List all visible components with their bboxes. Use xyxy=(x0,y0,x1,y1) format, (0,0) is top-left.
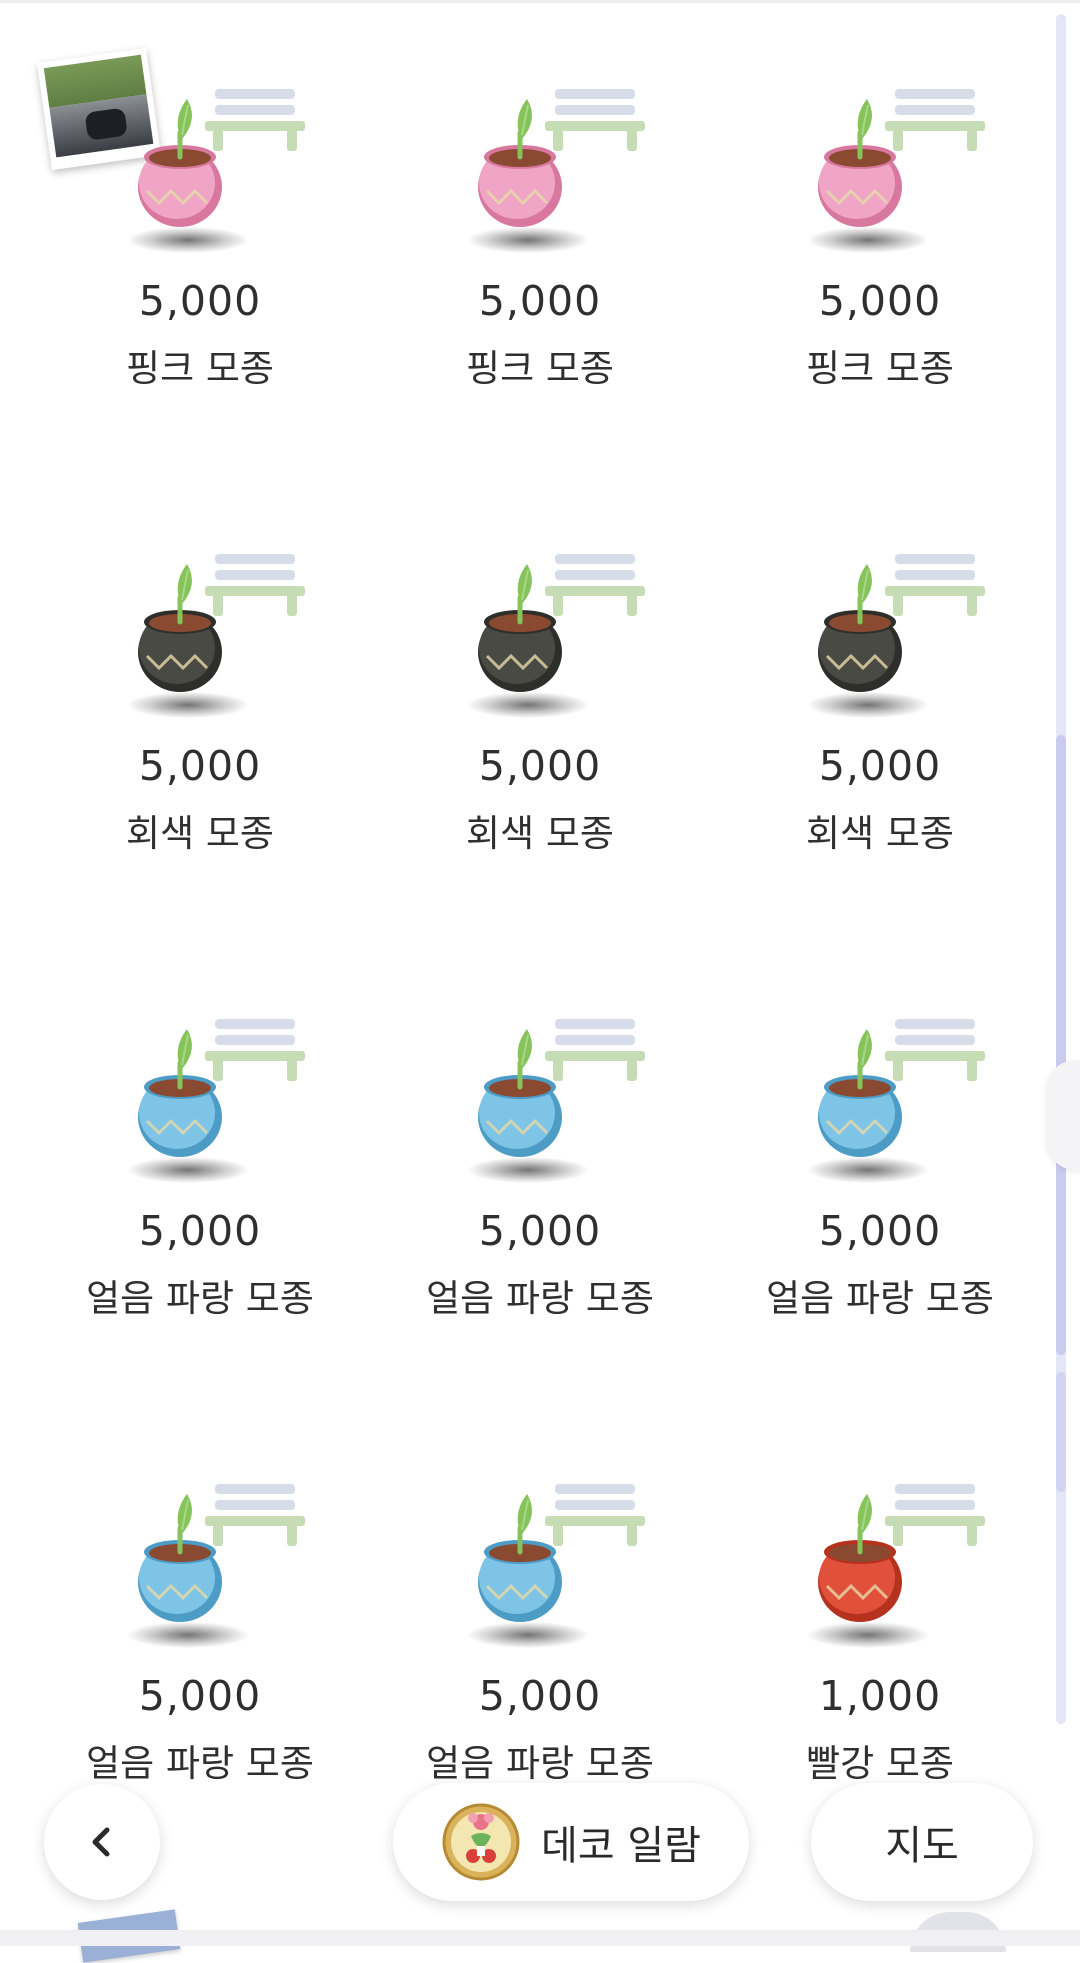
seedling-price: 5,000 xyxy=(138,277,262,325)
pot-shadow xyxy=(468,1622,588,1648)
pot-shadow xyxy=(128,1622,248,1648)
medal-icon xyxy=(442,1803,520,1881)
pot-shadow xyxy=(468,227,588,253)
seedling-price: 5,000 xyxy=(478,277,602,325)
seedling-price: 5,000 xyxy=(138,742,262,790)
pot-shadow xyxy=(468,692,588,718)
seedling-pot-icon xyxy=(818,1494,902,1622)
deco-list-button[interactable]: 데코 일람 xyxy=(393,1783,749,1901)
seedling-card[interactable]: 5,000 얼음 파랑 모종 xyxy=(710,985,1050,1405)
seedling-card[interactable]: 5,000 핑크 모종 xyxy=(370,55,710,475)
seedling-price: 5,000 xyxy=(818,1207,942,1255)
seedling-price: 5,000 xyxy=(478,1672,602,1720)
seedling-pot-icon xyxy=(478,1029,562,1157)
pot-shadow xyxy=(808,1157,928,1183)
seedling-grid: 5,000 핑크 모종 5,000 핑크 모종 5,000 핑크 모종 5,000 회색 모종… xyxy=(0,0,1060,1785)
pot-shadow xyxy=(128,1157,248,1183)
seedling-name: 핑크 모종 xyxy=(466,347,614,390)
seedling-price: 5,000 xyxy=(138,1207,262,1255)
seedling-price: 5,000 xyxy=(138,1672,262,1720)
seedling-card[interactable]: 5,000 얼음 파랑 모종 xyxy=(370,985,710,1405)
map-button[interactable]: 지도 xyxy=(811,1783,1033,1901)
seedling-card[interactable]: 5,000 회색 모종 xyxy=(30,520,370,940)
seedling-name: 핑크 모종 xyxy=(126,347,274,390)
seedling-name: 회색 모종 xyxy=(126,812,274,855)
seedling-name: 빨강 모종 xyxy=(806,1742,954,1785)
seedling-card[interactable]: 5,000 핑크 모종 xyxy=(30,47,370,475)
pot-shadow xyxy=(128,227,248,253)
seedling-name: 얼음 파랑 모종 xyxy=(86,1742,314,1785)
seedling-pot-icon xyxy=(138,1029,222,1157)
seedling-pot-icon xyxy=(478,1494,562,1622)
seedling-pot-icon xyxy=(818,1029,902,1157)
seedling-price: 1,000 xyxy=(818,1672,942,1720)
scrollbar-segment xyxy=(1056,1372,1066,1492)
seedling-pot-icon xyxy=(138,99,222,227)
seedling-pot-icon xyxy=(478,99,562,227)
bottom-strip xyxy=(0,1930,1080,1946)
seedling-name: 얼음 파랑 모종 xyxy=(86,1277,314,1320)
seedling-pot-icon xyxy=(138,564,222,692)
map-label: 지도 xyxy=(885,1823,959,1869)
deco-list-label: 데코 일람 xyxy=(541,1823,701,1869)
side-handle[interactable] xyxy=(1046,1060,1080,1170)
scrollbar-thumb[interactable] xyxy=(1056,735,1066,1355)
seedling-card[interactable]: 5,000 얼음 파랑 모종 xyxy=(30,985,370,1405)
seedling-name: 회색 모종 xyxy=(466,812,614,855)
pot-shadow xyxy=(808,1622,928,1648)
seedling-pot-icon xyxy=(818,99,902,227)
pot-shadow xyxy=(808,227,928,253)
seedling-price: 5,000 xyxy=(478,742,602,790)
chevron-left-icon xyxy=(92,1827,110,1857)
seedling-name: 얼음 파랑 모종 xyxy=(766,1277,994,1320)
seedling-card[interactable]: 5,000 회색 모종 xyxy=(710,520,1050,940)
seedling-name: 얼음 파랑 모종 xyxy=(426,1742,654,1785)
seedling-pot-icon xyxy=(818,564,902,692)
seedling-name: 얼음 파랑 모종 xyxy=(426,1277,654,1320)
seedling-pot-icon xyxy=(138,1494,222,1622)
back-button[interactable] xyxy=(44,1784,160,1900)
seedling-pot-icon xyxy=(478,564,562,692)
seedling-name: 회색 모종 xyxy=(806,812,954,855)
seedling-price: 5,000 xyxy=(818,277,942,325)
seedling-price: 5,000 xyxy=(818,742,942,790)
pot-shadow xyxy=(468,1157,588,1183)
seedling-card[interactable]: 5,000 핑크 모종 xyxy=(710,55,1050,475)
seedling-name: 핑크 모종 xyxy=(806,347,954,390)
pot-shadow xyxy=(128,692,248,718)
seedling-card[interactable]: 5,000 회색 모종 xyxy=(370,520,710,940)
seedling-price: 5,000 xyxy=(478,1207,602,1255)
pot-shadow xyxy=(808,692,928,718)
